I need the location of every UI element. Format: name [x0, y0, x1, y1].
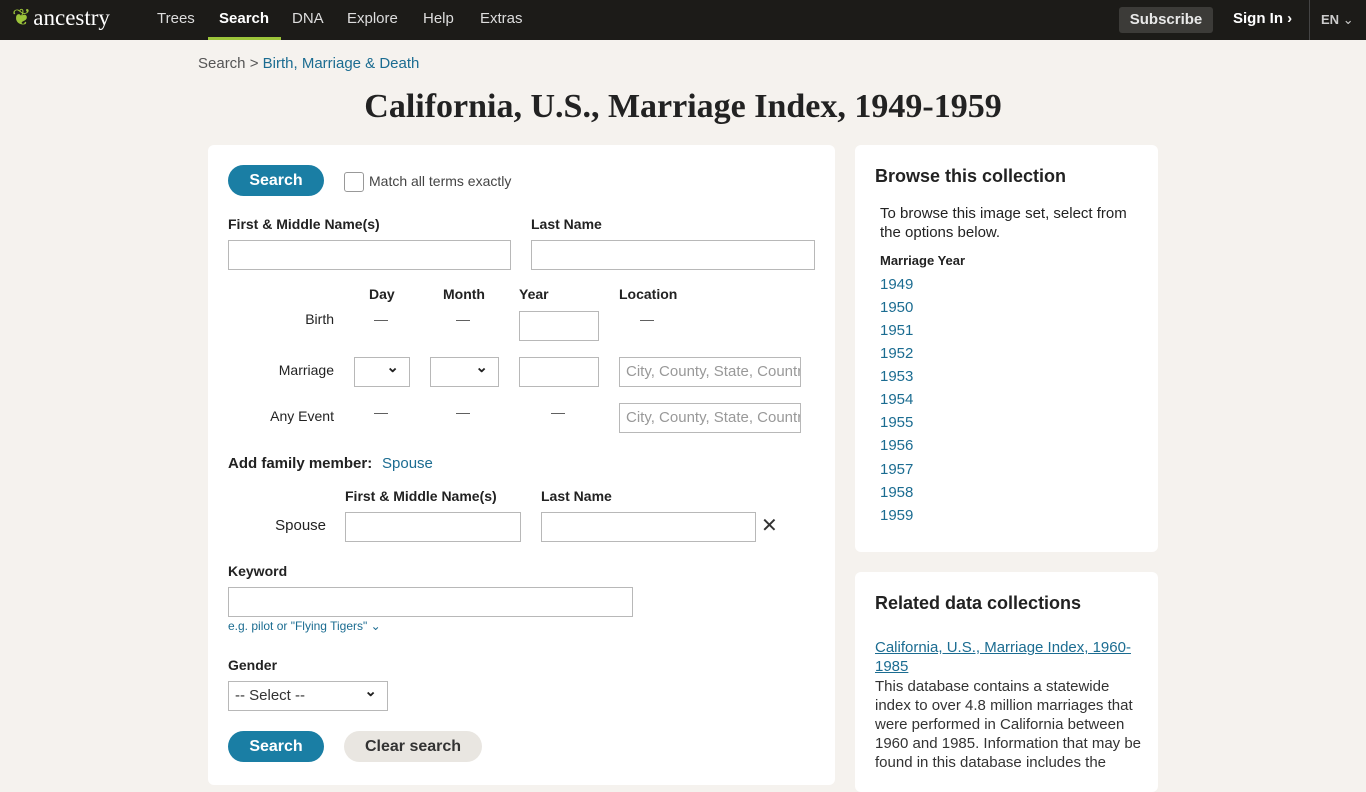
year-link[interactable]: 1951	[880, 322, 913, 339]
active-indicator	[208, 37, 281, 40]
search-button[interactable]: Search	[228, 165, 324, 196]
any-day-empty: —	[374, 404, 388, 420]
browse-desc: To browse this image set, select from th…	[880, 205, 1127, 241]
marriage-year-label: Marriage Year	[880, 253, 966, 268]
year-link[interactable]: 1956	[880, 437, 913, 454]
chevron-down-icon: ⌄	[370, 619, 381, 633]
marriage-label: Marriage	[278, 362, 334, 378]
sign-in-button[interactable]: Sign In ›	[1233, 10, 1292, 27]
spouse-first-input[interactable]	[345, 512, 521, 542]
page-title: California, U.S., Marriage Index, 1949-1…	[364, 88, 1002, 125]
breadcrumb-search[interactable]: Search	[198, 55, 246, 72]
search-button-bottom[interactable]: Search	[228, 731, 324, 762]
month-header: Month	[443, 286, 485, 302]
year-link[interactable]: 1957	[880, 461, 913, 478]
keyword-input[interactable]	[228, 587, 633, 617]
day-header: Day	[369, 286, 395, 302]
birth-location-empty: —	[640, 311, 654, 327]
marriage-location-input[interactable]: City, County, State, Country	[619, 357, 801, 387]
ancestry-logo[interactable]: ❦ancestry	[12, 5, 110, 31]
year-header: Year	[519, 286, 549, 302]
browse-title: Browse this collection	[875, 166, 1067, 186]
any-year-empty: —	[551, 404, 565, 420]
year-link[interactable]: 1952	[880, 345, 913, 362]
nav-extras[interactable]: Extras	[480, 10, 523, 27]
year-link[interactable]: 1949	[880, 276, 913, 293]
first-name-input[interactable]	[228, 240, 511, 270]
marriage-day-select[interactable]	[354, 357, 410, 387]
close-icon[interactable]: ✕	[761, 513, 778, 538]
nav-trees[interactable]: Trees	[157, 10, 195, 27]
related-desc: This database contains a statewide index…	[875, 678, 1142, 771]
related-link[interactable]: California, U.S., Marriage Index, 1960-1…	[875, 638, 1140, 676]
nav-help[interactable]: Help	[423, 10, 454, 27]
subscribe-button[interactable]: Subscribe	[1119, 7, 1213, 33]
match-exact-label: Match all terms exactly	[369, 173, 512, 189]
chevron-down-icon: ⌄	[1342, 12, 1354, 27]
spouse-last-input[interactable]	[541, 512, 756, 542]
divider	[1309, 0, 1310, 40]
chevron-right-icon: ›	[1287, 10, 1293, 27]
first-name-label: First & Middle Name(s)	[228, 216, 380, 232]
marriage-month-select[interactable]	[430, 357, 499, 387]
related-title: Related data collections	[875, 593, 1082, 613]
top-nav: ❦ancestry Trees Search DNA Explore Help …	[0, 0, 1366, 40]
year-link[interactable]: 1954	[880, 391, 913, 408]
nav-search[interactable]: Search	[219, 10, 269, 27]
nav-explore[interactable]: Explore	[347, 10, 398, 27]
breadcrumb-current[interactable]: Birth, Marriage & Death	[263, 55, 420, 72]
year-link[interactable]: 1950	[880, 299, 913, 316]
add-family-label: Add family member:	[228, 455, 373, 472]
last-name-input[interactable]	[531, 240, 815, 270]
birth-month-empty: —	[456, 311, 470, 327]
keyword-hint[interactable]: e.g. pilot or "Flying Tigers" ⌄	[228, 619, 381, 633]
breadcrumb: Search > Birth, Marriage & Death	[198, 55, 420, 72]
year-link[interactable]: 1958	[880, 484, 913, 501]
birth-label: Birth	[305, 311, 334, 327]
location-header: Location	[619, 286, 678, 302]
add-spouse-link[interactable]: Spouse	[382, 455, 433, 472]
keyword-label: Keyword	[228, 563, 288, 579]
language-selector[interactable]: EN ⌄	[1321, 12, 1354, 28]
any-month-empty: —	[456, 404, 470, 420]
spouse-last-label: Last Name	[541, 488, 612, 504]
birth-year-input[interactable]	[519, 311, 599, 341]
leaf-icon: ❦	[12, 5, 32, 30]
gender-select[interactable]: -- Select --	[228, 681, 388, 711]
gender-label: Gender	[228, 657, 278, 673]
year-link[interactable]: 1955	[880, 414, 913, 431]
year-link[interactable]: 1953	[880, 368, 913, 385]
any-event-label: Any Event	[270, 408, 334, 424]
spouse-label: Spouse	[275, 517, 326, 534]
any-event-location-input[interactable]: City, County, State, Country	[619, 403, 801, 433]
clear-search-button[interactable]: Clear search	[344, 731, 482, 762]
nav-dna[interactable]: DNA	[292, 10, 324, 27]
last-name-label: Last Name	[531, 216, 602, 232]
birth-day-empty: —	[374, 311, 388, 327]
marriage-year-input[interactable]	[519, 357, 599, 387]
spouse-first-label: First & Middle Name(s)	[345, 488, 497, 504]
year-link[interactable]: 1959	[880, 507, 913, 524]
match-exact-checkbox[interactable]	[344, 172, 364, 192]
